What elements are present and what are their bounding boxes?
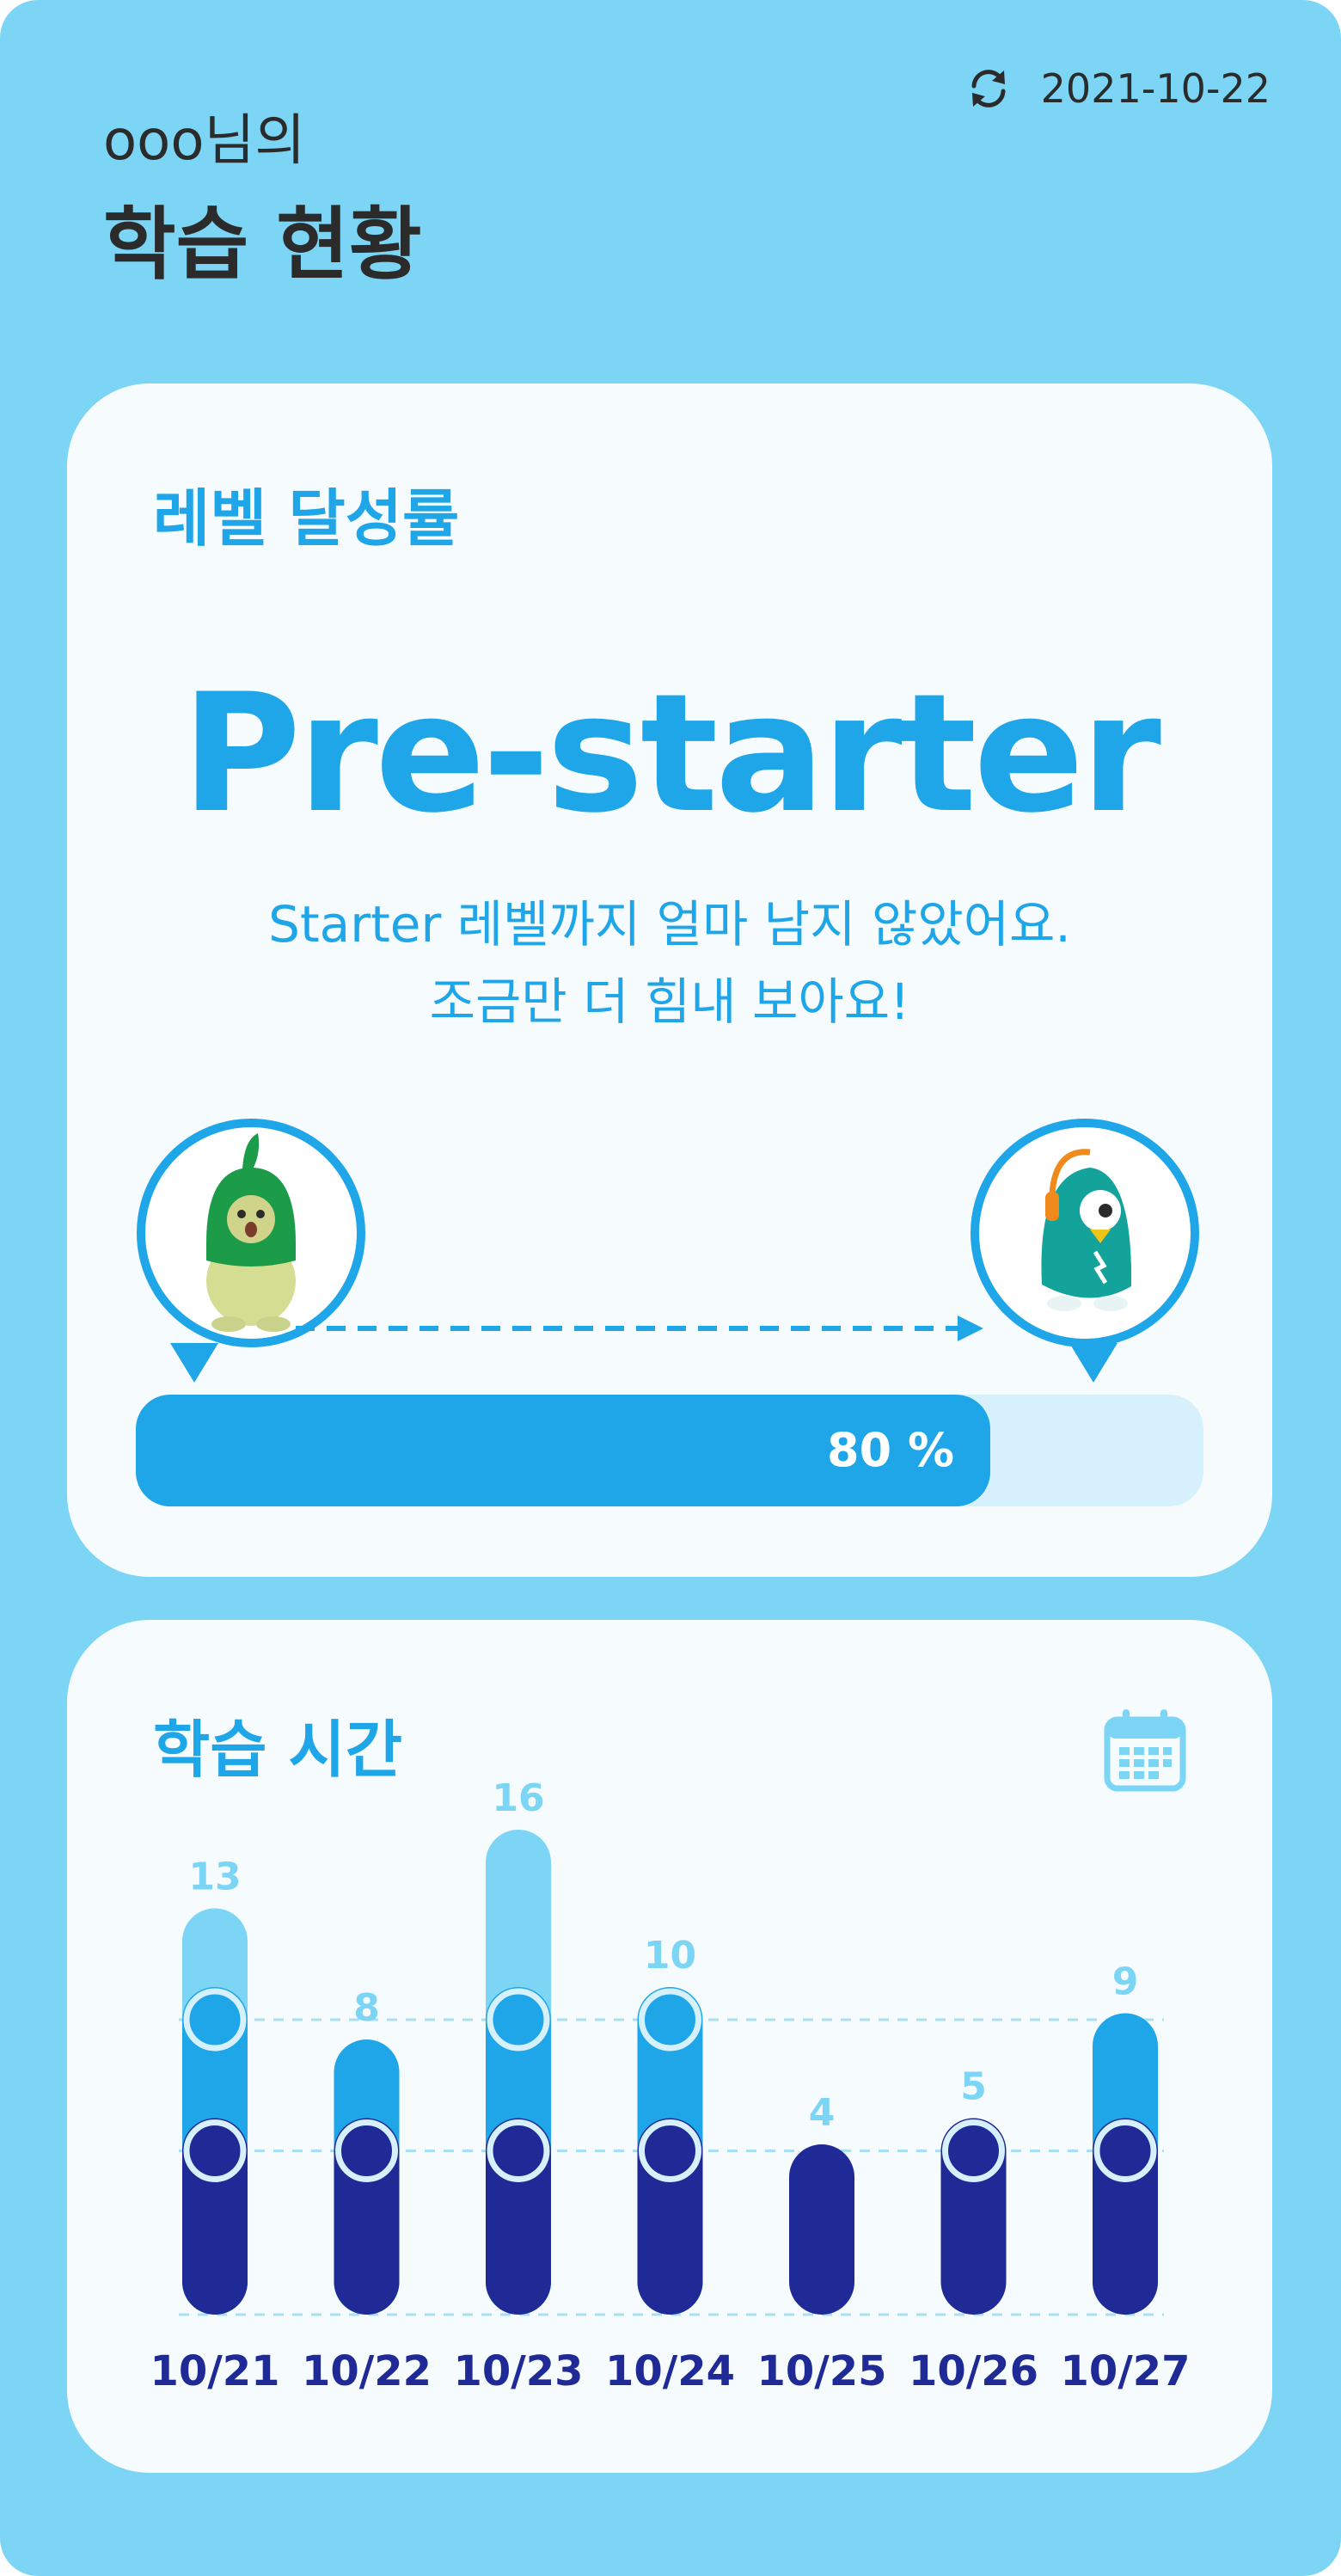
- threshold-marker: [183, 2119, 247, 2182]
- progress-label: 80 %: [827, 1423, 955, 1477]
- bar-value-label: 4: [809, 2091, 836, 2135]
- threshold-marker: [942, 2119, 1005, 2182]
- goal-level-marker: [971, 1119, 1199, 1383]
- threshold-marker: [487, 2119, 550, 2182]
- bar-category-label: 10/27: [1060, 2347, 1190, 2395]
- threshold-marker: [1093, 2119, 1157, 2182]
- threshold-marker: [335, 2119, 398, 2182]
- threshold-marker: [487, 1988, 550, 2052]
- bar-value-label: 16: [492, 1776, 544, 1820]
- bar-value-label: 13: [188, 1855, 241, 1899]
- bar-value-label: 10: [644, 1934, 696, 1978]
- bar-value-label: 9: [1112, 1960, 1139, 2004]
- page-title: 학습 현황: [103, 199, 422, 291]
- date-label: 2021-10-22: [1040, 65, 1271, 112]
- bar-value-label: 8: [353, 1986, 380, 2030]
- bar-category-label: 10/25: [756, 2347, 886, 2395]
- study-time-card: 학습 시간 13 10/21 8 10/22 16 10/23 10 10/24 4 10/25 5…: [67, 1620, 1272, 2473]
- bar-category-label: 10/24: [605, 2347, 735, 2395]
- progress-bar: 80 %: [136, 1395, 1203, 1506]
- level-card: 레벨 달성률 Pre-starter Starter 레벨까지 얼마 남지 않았…: [67, 383, 1272, 1577]
- threshold-marker: [639, 2119, 701, 2182]
- study-time-chart: 13 10/21 8 10/22 16 10/23 10 10/24 4 10/25 5 10/26 9…: [150, 1776, 1190, 2395]
- start-level-marker: [137, 1119, 365, 1383]
- threshold-marker: [639, 1988, 701, 2052]
- user-greeting: ooo님의: [103, 109, 306, 173]
- bar-category-label: 10/21: [150, 2347, 279, 2395]
- arrow-right-icon: [296, 1316, 983, 1341]
- bar-value-label: 5: [960, 2065, 987, 2109]
- bar-category-label: 10/23: [453, 2347, 583, 2395]
- threshold-marker: [183, 1988, 247, 2052]
- bar-segment-base: [789, 2144, 854, 2315]
- bar-category-label: 10/26: [909, 2347, 1038, 2395]
- bar-category-label: 10/22: [302, 2347, 432, 2395]
- date-row: 2021-10-22: [965, 65, 1271, 112]
- app-screen: ooo님의 학습 현황 2021-10-22 레벨 달성률 Pre-starte…: [0, 0, 1341, 2576]
- refresh-icon[interactable]: [965, 65, 1012, 112]
